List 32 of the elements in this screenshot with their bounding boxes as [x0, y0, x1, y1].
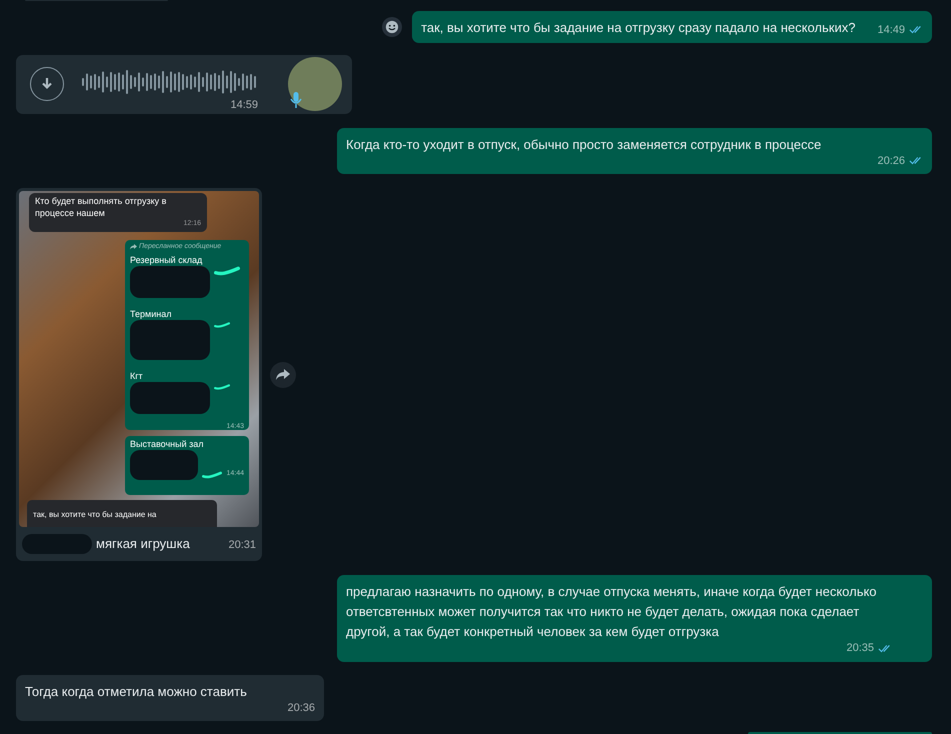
- message-time: 20:35: [846, 641, 874, 656]
- message-text: Резервный склад: [130, 254, 204, 266]
- forward-button[interactable]: [270, 362, 296, 388]
- forward-arrow-icon: [130, 244, 137, 250]
- redaction-mark: [22, 534, 92, 554]
- message-text: так, вы хотите что бы задание на отгрузку сразу падало на нескольких?: [421, 19, 856, 38]
- message-text: Тогда когда отметила можно ставить: [25, 682, 248, 701]
- download-icon: [40, 77, 54, 92]
- message-time: 14:49: [877, 22, 905, 38]
- redaction-mark: [130, 450, 198, 480]
- image-caption: мягкая игрушка: [96, 535, 190, 554]
- download-button[interactable]: [30, 67, 64, 102]
- message-text: Когда кто-то уходит в отпуск, обычно просто заменяется сотрудник в процессе: [346, 136, 822, 154]
- message-time: 20:26: [877, 154, 905, 169]
- scribble-mark: [214, 266, 240, 276]
- avatar: [288, 57, 342, 112]
- message-time: 20:36: [287, 700, 315, 716]
- microphone-icon: [290, 91, 302, 110]
- message-text: так, вы хотите что бы задание на: [33, 510, 156, 520]
- smiley-icon: [385, 20, 400, 34]
- message-time: 14:59: [230, 98, 258, 114]
- forward-arrow-icon: [276, 368, 290, 381]
- message-text: Терминал: [130, 308, 172, 320]
- message-text: Кгт: [130, 370, 144, 382]
- message-text: Выставочный зал: [130, 438, 205, 450]
- scribble-mark: [214, 382, 230, 392]
- emoji-button[interactable]: [382, 17, 402, 38]
- message-text: предлагаю назначить по одному, в случае отпуска менять, иначе когда будет несколько ответсвтенных может получится так что никто не будет делать, ожидая пока сделает другой, а так будет конкретный человек за кем будет отгрузка: [346, 583, 878, 642]
- scribble-mark: [214, 320, 230, 330]
- message-time: 20:31: [228, 539, 256, 552]
- scribble-mark: [202, 470, 222, 480]
- message-text: Кто будет выполнять отгрузку в процессе нашем: [35, 195, 168, 220]
